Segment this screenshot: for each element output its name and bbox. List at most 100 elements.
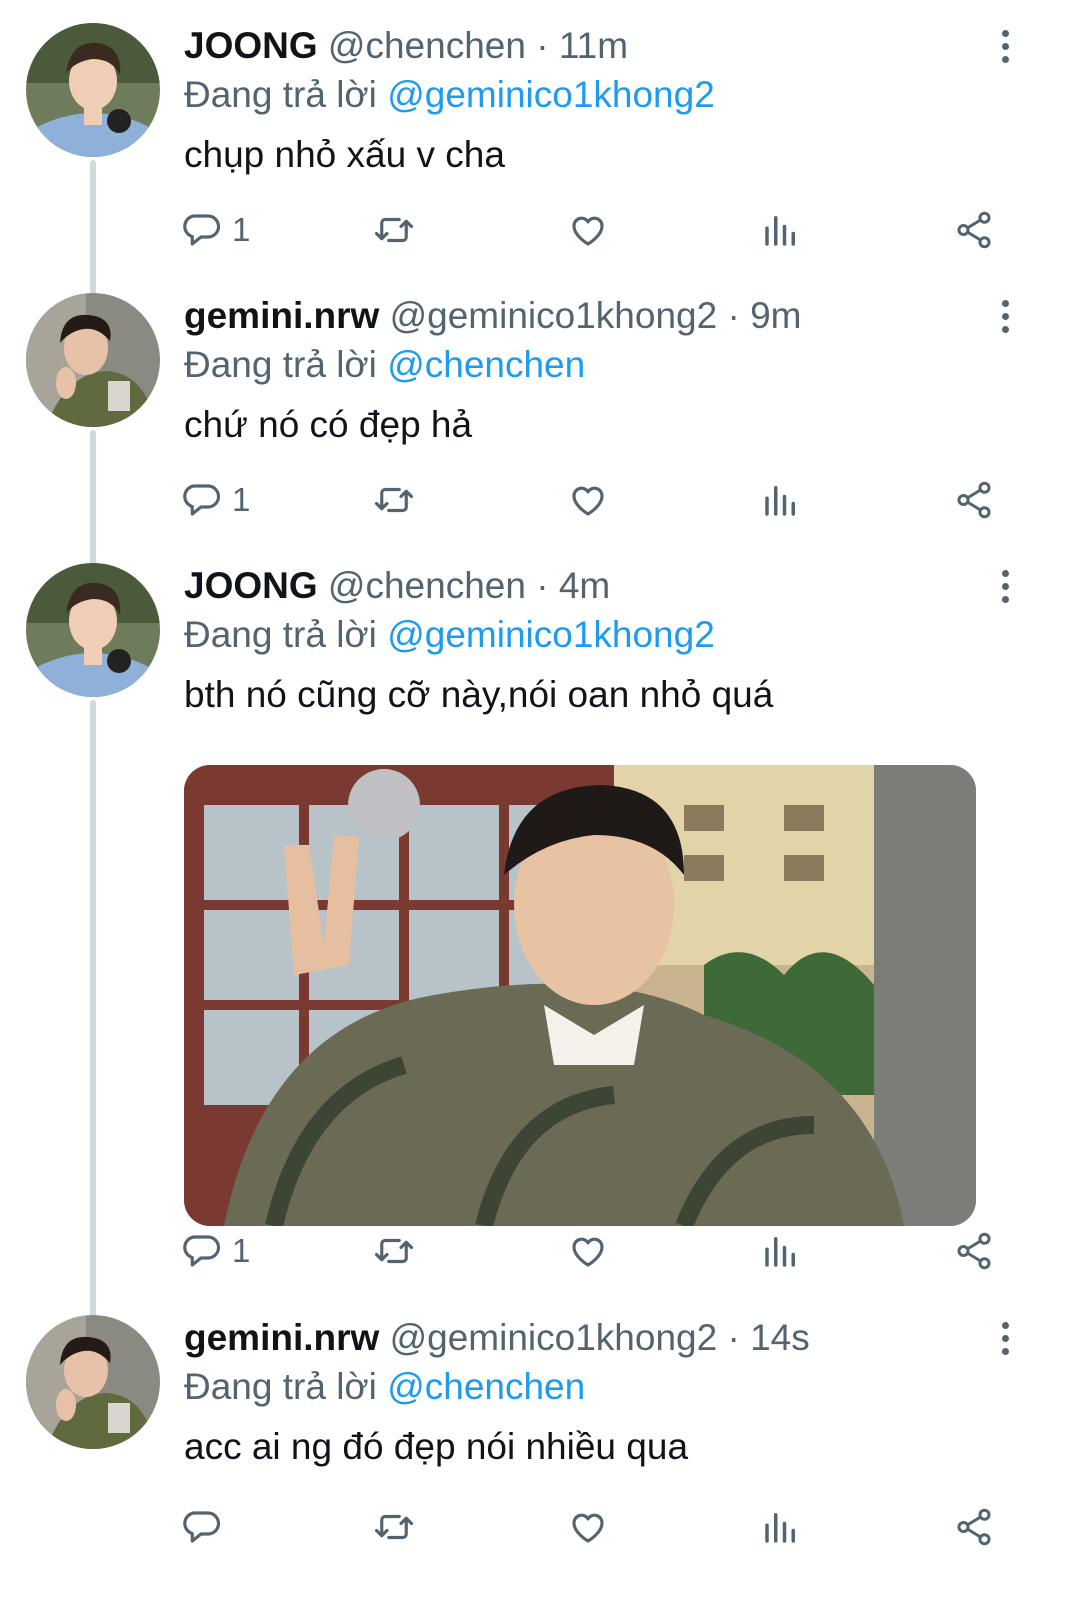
tweet[interactable]: gemini.nrw @geminico1khong2 · 14s Đang t… — [0, 1292, 1073, 1592]
timestamp[interactable]: 4m — [559, 565, 610, 606]
reply-icon — [180, 479, 222, 521]
more-icon[interactable] — [990, 1322, 1020, 1362]
more-icon[interactable] — [990, 30, 1020, 70]
separator-dot: · — [727, 295, 740, 336]
views-icon — [760, 209, 802, 251]
reply-icon — [180, 209, 222, 251]
retweet-button[interactable] — [373, 1221, 415, 1281]
like-icon — [567, 1230, 609, 1272]
reply-button[interactable]: 1 — [180, 470, 250, 530]
reply-mention[interactable]: @chenchen — [387, 344, 585, 385]
reply-button[interactable]: 1 — [180, 1221, 250, 1281]
more-icon[interactable] — [990, 300, 1020, 340]
replying-to-label: Đang trả lời — [184, 74, 377, 115]
replying-to-label: Đang trả lời — [184, 614, 377, 655]
user-handle[interactable]: @geminico1khong2 — [390, 295, 718, 336]
reply-mention[interactable]: @chenchen — [387, 1366, 585, 1407]
reply-count: 1 — [232, 211, 251, 248]
like-icon — [567, 479, 609, 521]
tweet-text: chứ nó có đẹp hả — [184, 404, 473, 445]
tweet[interactable]: JOONG @chenchen · 11m Đang trả lời @gemi… — [0, 0, 1073, 285]
tweet-actions: 1 — [0, 1221, 1073, 1281]
tweet-header: JOONG @chenchen · 4m — [184, 562, 610, 610]
views-icon — [760, 1230, 802, 1272]
replying-to-label: Đang trả lời — [184, 344, 377, 385]
tweet[interactable]: JOONG @chenchen · 4m Đang trả lời @gemin… — [0, 540, 1073, 1320]
reply-count: 1 — [232, 1232, 251, 1269]
share-icon — [953, 1506, 995, 1548]
views-button[interactable] — [760, 1221, 802, 1281]
tweet-text: acc ai ng đó đẹp nói nhiều qua — [184, 1426, 689, 1467]
retweet-button[interactable] — [373, 470, 415, 530]
like-button[interactable] — [567, 1221, 609, 1281]
more-icon[interactable] — [990, 570, 1020, 610]
views-button[interactable] — [760, 1497, 802, 1557]
views-button[interactable] — [760, 470, 802, 530]
tweet-header: gemini.nrw @geminico1khong2 · 9m — [184, 292, 802, 340]
views-icon — [760, 1506, 802, 1548]
retweet-icon — [373, 479, 415, 521]
retweet-icon — [373, 1230, 415, 1272]
share-icon — [953, 209, 995, 251]
like-button[interactable] — [567, 1497, 609, 1557]
like-icon — [567, 209, 609, 251]
views-icon — [760, 479, 802, 521]
replying-to-label: Đang trả lời — [184, 1366, 377, 1407]
avatar[interactable] — [26, 23, 160, 157]
photo-image — [184, 765, 976, 1226]
user-handle[interactable]: @chenchen — [328, 565, 526, 606]
display-name[interactable]: JOONG — [184, 565, 318, 606]
display-name[interactable]: JOONG — [184, 25, 318, 66]
separator-dot: · — [536, 565, 549, 606]
tweet[interactable]: gemini.nrw @geminico1khong2 · 9m Đang tr… — [0, 270, 1073, 555]
avatar[interactable] — [26, 563, 160, 697]
share-button[interactable] — [953, 1221, 995, 1281]
like-button[interactable] — [567, 200, 609, 260]
reply-mention[interactable]: @geminico1khong2 — [387, 614, 715, 655]
retweet-button[interactable] — [373, 1497, 415, 1557]
retweet-button[interactable] — [373, 200, 415, 260]
reply-icon — [180, 1506, 222, 1548]
replying-to: Đang trả lời @geminico1khong2 — [184, 72, 715, 118]
avatar[interactable] — [26, 293, 160, 427]
joong-avatar-image — [26, 23, 160, 157]
tweet-actions: 1 — [0, 200, 1073, 260]
share-button[interactable] — [953, 1497, 995, 1557]
like-button[interactable] — [567, 470, 609, 530]
tweet-header: JOONG @chenchen · 11m — [184, 22, 628, 70]
share-icon — [953, 479, 995, 521]
timestamp[interactable]: 14s — [750, 1317, 810, 1358]
reply-count: 1 — [232, 481, 251, 518]
tweet-text: bth nó cũng cỡ này,nói oan nhỏ quá — [184, 674, 774, 715]
like-icon — [567, 1506, 609, 1548]
reply-mention[interactable]: @geminico1khong2 — [387, 74, 715, 115]
tweet-photo[interactable] — [184, 765, 976, 1226]
timestamp[interactable]: 9m — [750, 295, 801, 336]
reply-icon — [180, 1230, 222, 1272]
display-name[interactable]: gemini.nrw — [184, 295, 379, 336]
replying-to: Đang trả lời @chenchen — [184, 1364, 585, 1410]
reply-button[interactable]: 1 — [180, 200, 250, 260]
tweet-text: chụp nhỏ xấu v cha — [184, 134, 505, 175]
user-handle[interactable]: @geminico1khong2 — [390, 1317, 718, 1358]
joong-avatar-image — [26, 563, 160, 697]
share-button[interactable] — [953, 200, 995, 260]
tweet-actions — [0, 1497, 1073, 1557]
gemini-avatar-image — [26, 1315, 160, 1449]
user-handle[interactable]: @chenchen — [328, 25, 526, 66]
tweet-header: gemini.nrw @geminico1khong2 · 14s — [184, 1314, 810, 1362]
views-button[interactable] — [760, 200, 802, 260]
share-icon — [953, 1230, 995, 1272]
share-button[interactable] — [953, 470, 995, 530]
replying-to: Đang trả lời @chenchen — [184, 342, 585, 388]
timestamp[interactable]: 11m — [559, 25, 628, 66]
reply-button[interactable] — [180, 1497, 232, 1557]
separator-dot: · — [536, 25, 549, 66]
retweet-icon — [373, 209, 415, 251]
avatar[interactable] — [26, 1315, 160, 1449]
tweet-actions: 1 — [0, 470, 1073, 530]
display-name[interactable]: gemini.nrw — [184, 1317, 379, 1358]
replying-to: Đang trả lời @geminico1khong2 — [184, 612, 715, 658]
separator-dot: · — [727, 1317, 740, 1358]
retweet-icon — [373, 1506, 415, 1548]
